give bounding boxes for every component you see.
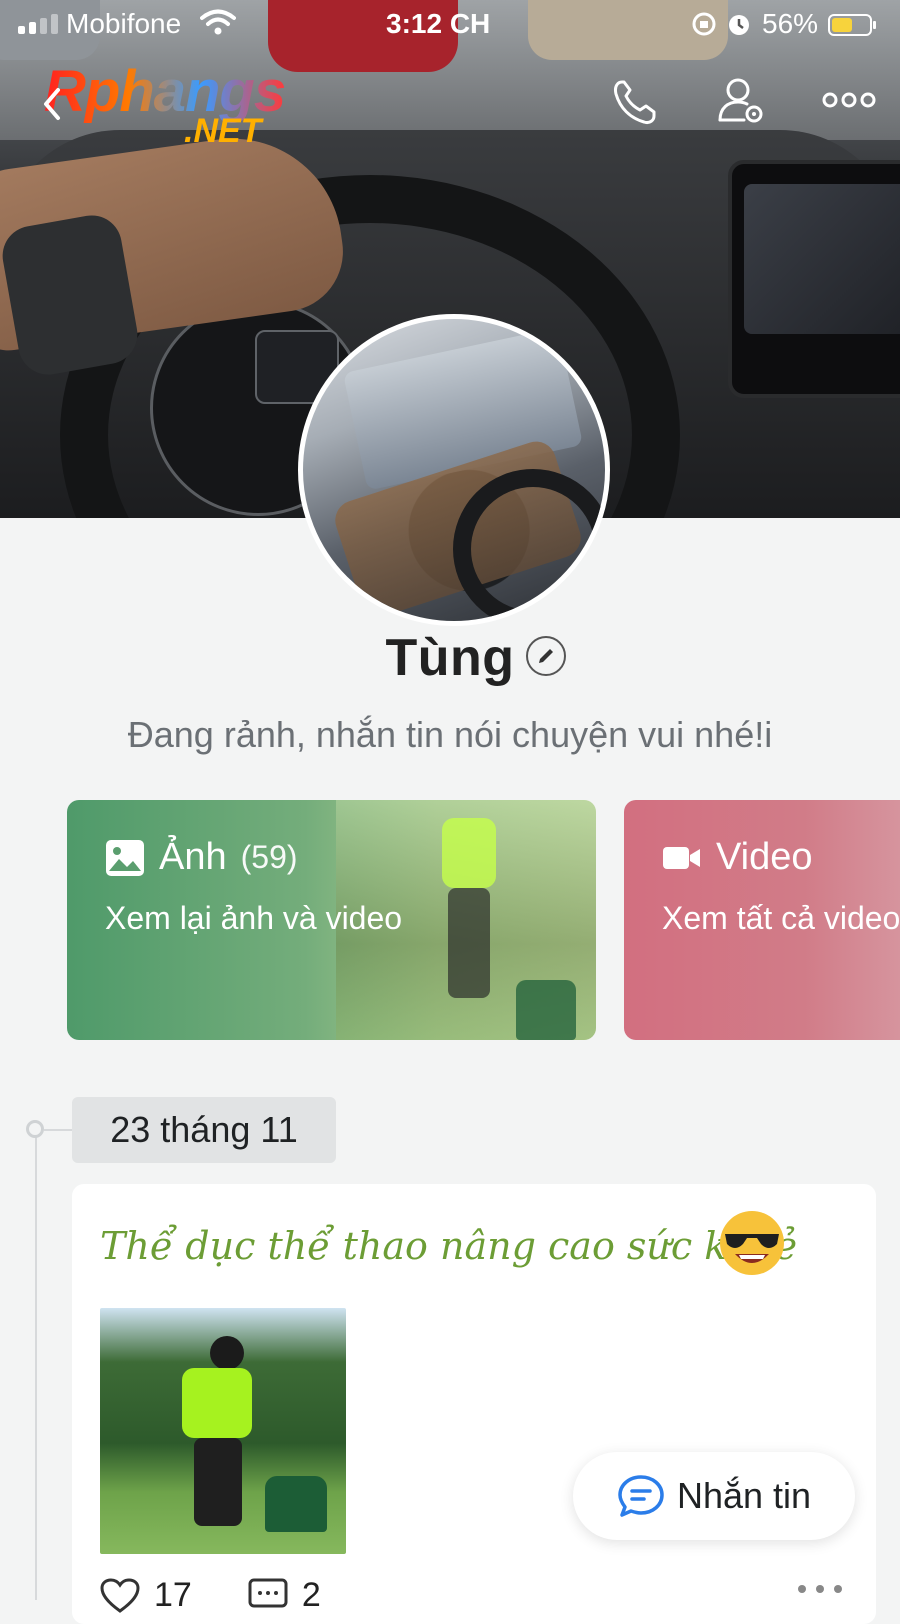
photos-count: (59) (240, 839, 298, 875)
profile-name-row: Tùng (0, 628, 900, 698)
photos-card[interactable]: Ảnh (59) Xem lại ảnh và video (67, 800, 596, 1040)
like-count: 17 (154, 1576, 192, 1614)
wifi-icon (200, 9, 236, 35)
post-actions: 17 2 (100, 1576, 321, 1615)
profile-name: Tùng (385, 629, 515, 687)
sunglasses-emoji (720, 1211, 784, 1275)
message-button-label: Nhắn tin (676, 1475, 812, 1516)
video-card-subtitle: Xem tất cả video (662, 900, 900, 936)
photos-card-label: Ảnh (159, 836, 227, 878)
carrier-name: Mobifone (66, 8, 182, 39)
message-button[interactable]: Nhắn tin (573, 1452, 855, 1540)
timeline-line (35, 1130, 37, 1600)
rotation-lock-icon (692, 12, 716, 36)
image-icon (106, 839, 144, 876)
watermark-domain: .NET (184, 112, 262, 150)
profile-status: Đang rảnh, nhắn tin nói chuyện vui nhé!i (127, 714, 773, 755)
phone-icon[interactable] (608, 74, 662, 128)
comment-icon (248, 1578, 288, 1607)
photos-card-title: Ảnh (59) (105, 836, 298, 879)
profile-avatar[interactable] (298, 314, 610, 626)
status-bar: Mobifone 3:12 CH 56% (0, 0, 900, 50)
timeline-tick (44, 1129, 72, 1131)
edit-name-button[interactable] (526, 636, 566, 676)
user-settings-icon[interactable] (716, 74, 770, 128)
comment-button[interactable]: 2 (248, 1576, 321, 1615)
video-card-label: Video (716, 836, 813, 878)
battery-percent: 56% (762, 8, 819, 39)
post-photo[interactable] (100, 1308, 346, 1554)
alarm-icon (729, 15, 749, 35)
timeline-post[interactable]: Thể dục thể thao nâng cao sức khoẻ 17 2 (72, 1184, 876, 1624)
cover-car-screen (728, 160, 900, 398)
battery-icon (828, 14, 876, 36)
video-card-title: Video (662, 836, 813, 879)
heart-icon (100, 1577, 140, 1613)
post-more-icon[interactable] (794, 1582, 846, 1596)
post-title: Thể dục thể thao nâng cao sức khoẻ (100, 1224, 798, 1268)
photos-card-subtitle: Xem lại ảnh và video (105, 900, 403, 936)
pencil-icon (539, 649, 553, 663)
signal-icon (18, 14, 58, 34)
status-time: 3:12 CH (386, 8, 491, 39)
like-button[interactable]: 17 (100, 1576, 192, 1615)
comment-count: 2 (301, 1576, 321, 1614)
timeline-dot (26, 1120, 44, 1138)
timeline-date: 23 tháng 11 (72, 1097, 336, 1163)
chat-bubble-icon (618, 1475, 664, 1517)
video-card[interactable]: Video Xem tất cả video (624, 800, 900, 1040)
video-icon (663, 846, 700, 869)
watermark-logo: Rphangs .NET (44, 58, 324, 158)
back-chevron-icon[interactable] (40, 86, 64, 122)
more-icon[interactable] (820, 74, 878, 128)
